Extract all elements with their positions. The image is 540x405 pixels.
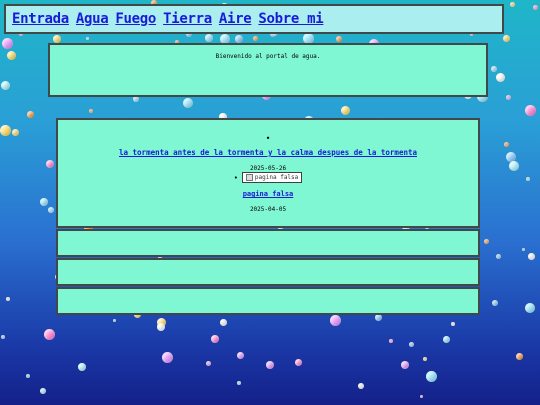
broken-image-icon bbox=[245, 174, 253, 181]
bubble-decoration bbox=[484, 239, 489, 244]
bubble-decoration bbox=[0, 125, 11, 136]
post-image-row: • pagina falsa bbox=[58, 172, 478, 183]
bubble-decoration bbox=[526, 177, 530, 181]
bubble-decoration bbox=[506, 95, 511, 100]
nav-link-tierra[interactable]: Tierra bbox=[163, 11, 212, 27]
bubble-decoration bbox=[516, 353, 523, 360]
bubble-decoration bbox=[113, 319, 116, 322]
empty-panel-2 bbox=[56, 258, 480, 286]
posts-container: • la tormenta antes de la tormenta y la … bbox=[56, 118, 480, 315]
bubble-decoration bbox=[496, 254, 501, 259]
bubble-decoration bbox=[237, 381, 241, 385]
bubble-decoration bbox=[341, 106, 350, 115]
post-title-link[interactable]: la tormenta antes de la tormenta y la ca… bbox=[58, 148, 478, 157]
bubble-decoration bbox=[253, 36, 258, 41]
bubble-decoration bbox=[451, 322, 455, 326]
empty-panel-1 bbox=[56, 229, 480, 257]
bubble-decoration bbox=[53, 35, 61, 43]
bubble-decoration bbox=[1, 335, 5, 339]
nav-link-entrada[interactable]: Entrada bbox=[12, 11, 69, 27]
bubble-decoration bbox=[237, 352, 244, 359]
nav-link-fuego[interactable]: Fuego bbox=[115, 11, 156, 27]
bubble-decoration bbox=[492, 300, 498, 306]
bubble-decoration bbox=[48, 207, 54, 213]
bubble-decoration bbox=[510, 2, 515, 7]
bubble-decoration bbox=[2, 38, 13, 49]
bubble-decoration bbox=[220, 319, 227, 326]
empty-panel-3 bbox=[56, 287, 480, 315]
bubble-decoration bbox=[525, 303, 535, 313]
bubble-decoration bbox=[266, 361, 274, 369]
bubble-decoration bbox=[336, 36, 342, 42]
bubble-decoration bbox=[235, 35, 243, 43]
bubble-decoration bbox=[528, 253, 535, 260]
bubble-decoration bbox=[330, 315, 341, 326]
bubble-decoration bbox=[162, 352, 173, 363]
post-date-2: 2025-04-05 bbox=[249, 206, 287, 213]
bubble-decoration bbox=[295, 359, 302, 366]
bubble-decoration bbox=[423, 357, 427, 361]
bubble-decoration bbox=[509, 161, 519, 171]
bubble-decoration bbox=[12, 129, 19, 136]
bubble-decoration bbox=[78, 363, 86, 371]
bubble-decoration bbox=[420, 395, 423, 398]
bubble-decoration bbox=[504, 142, 509, 147]
bubble-decoration bbox=[503, 35, 510, 42]
bubble-decoration bbox=[211, 335, 219, 343]
bubble-decoration bbox=[389, 339, 393, 343]
bubble-decoration bbox=[522, 248, 525, 251]
bubble-decoration bbox=[206, 361, 211, 366]
bubble-decoration bbox=[1, 81, 10, 90]
bubble-decoration bbox=[358, 383, 364, 389]
bubble-decoration bbox=[7, 51, 16, 60]
bubble-decoration bbox=[375, 314, 382, 321]
bubble-decoration bbox=[491, 66, 497, 72]
nav-link-sobre-mi[interactable]: Sobre mi bbox=[258, 11, 323, 27]
bubble-decoration bbox=[26, 374, 30, 378]
bubble-decoration bbox=[443, 336, 450, 343]
pagina-falsa-link[interactable]: pagina falsa bbox=[58, 190, 478, 198]
bubble-decoration bbox=[86, 37, 89, 40]
bubble-decoration bbox=[533, 5, 538, 10]
nav-link-aire[interactable]: Aire bbox=[219, 11, 252, 27]
bubble-decoration bbox=[401, 361, 409, 369]
broken-image-alt: pagina falsa bbox=[254, 174, 299, 181]
bubble-decoration bbox=[409, 342, 414, 347]
bubble-decoration bbox=[496, 73, 505, 82]
bubble-decoration bbox=[6, 297, 10, 301]
welcome-panel: Bienvenido al portal de agua. bbox=[48, 43, 488, 97]
post-panel: • la tormenta antes de la tormenta y la … bbox=[56, 118, 480, 228]
bubble-decoration bbox=[426, 371, 437, 382]
bubble-decoration bbox=[44, 329, 55, 340]
bubble-decoration bbox=[89, 109, 93, 113]
bubble-decoration bbox=[183, 98, 193, 108]
bubble-decoration bbox=[205, 34, 213, 42]
top-nav: Entrada Agua Fuego Tierra Aire Sobre mi bbox=[4, 4, 504, 34]
welcome-text: Bienvenido al portal de agua. bbox=[215, 53, 321, 60]
bubble-decoration bbox=[27, 111, 34, 118]
post-bullet: • bbox=[265, 134, 271, 143]
broken-image[interactable]: pagina falsa bbox=[241, 172, 303, 183]
bubble-decoration bbox=[157, 323, 165, 331]
bubble-decoration bbox=[40, 198, 48, 206]
post-date: 2025-05-26 bbox=[249, 165, 287, 172]
bubble-decoration bbox=[46, 160, 54, 168]
bubble-decoration bbox=[525, 105, 536, 116]
bubble-decoration bbox=[40, 388, 46, 394]
image-bullet: • bbox=[233, 173, 238, 182]
nav-link-agua[interactable]: Agua bbox=[76, 11, 109, 27]
